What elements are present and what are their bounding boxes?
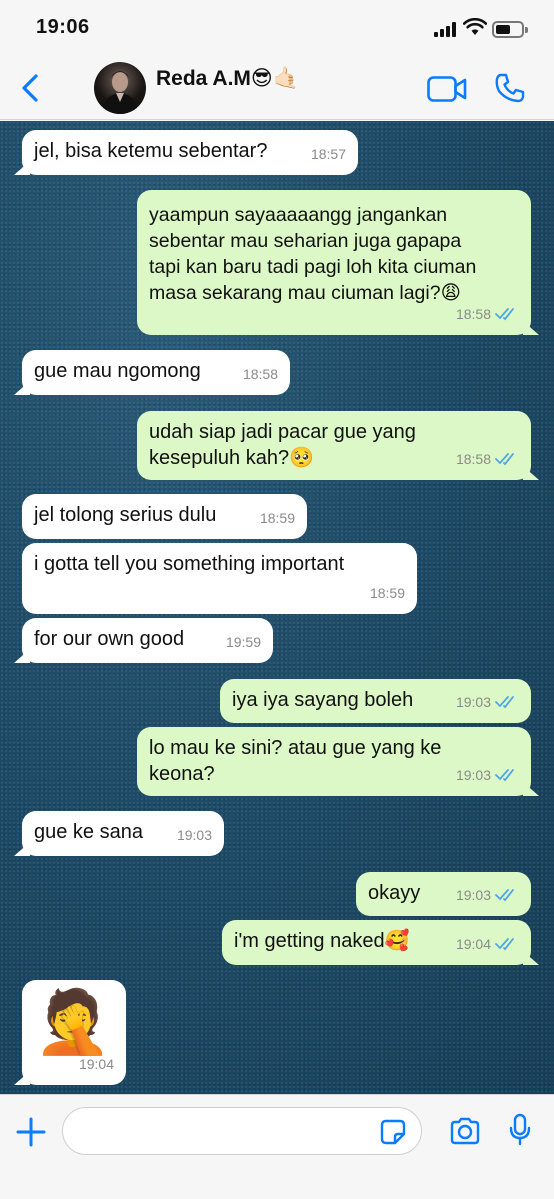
message-bubble-outgoing[interactable]: iya iya sayang boleh 19:03 xyxy=(220,679,531,723)
phone-icon[interactable] xyxy=(494,72,526,104)
message-time: 19:59 xyxy=(225,634,261,650)
message-meta: 18:59 xyxy=(370,580,405,606)
double-check-icon xyxy=(495,308,514,321)
message-meta: 18:58 xyxy=(456,301,519,327)
double-check-icon xyxy=(495,889,514,902)
facepalm-emoji-sticker: 🤦 xyxy=(34,988,112,1057)
message-bubble-outgoing[interactable]: yaampun sayaaaaangg jangankan sebentar m… xyxy=(137,190,531,335)
message-bubble-incoming[interactable]: gue ke sana 19:03 xyxy=(22,811,224,856)
sticker-icon[interactable] xyxy=(380,1119,406,1145)
message-text: i gotta tell you something important xyxy=(34,553,345,575)
message-meta: 19:03 xyxy=(456,689,519,715)
message-bubble-outgoing[interactable]: udah siap jadi pacar gue yang kesepuluh … xyxy=(137,411,531,480)
contact-avatar[interactable] xyxy=(94,62,146,114)
message-meta: 18:58 xyxy=(456,446,519,472)
message-bubble-incoming[interactable]: for our own good 19:59 xyxy=(22,618,273,663)
double-check-icon xyxy=(495,938,514,951)
back-chevron-icon[interactable] xyxy=(16,72,46,104)
message-time: 18:58 xyxy=(242,366,278,382)
message-time: 18:59 xyxy=(259,510,295,526)
cellular-signal-icon xyxy=(434,21,460,37)
message-meta: 19:04 xyxy=(79,1051,114,1077)
chat-header: Reda A.M😎🤙🏻 xyxy=(0,54,554,120)
message-meta: 19:59 xyxy=(226,629,261,655)
message-time: 19:03 xyxy=(455,887,491,903)
plus-icon[interactable] xyxy=(16,1117,46,1147)
battery-icon xyxy=(492,21,528,38)
message-bubble-outgoing[interactable]: lo mau ke sini? atau gue yang ke keona? … xyxy=(137,727,531,796)
message-bubble-incoming[interactable]: gue mau ngomong 18:58 xyxy=(22,350,290,395)
message-meta: 19:03 xyxy=(177,822,212,848)
message-bubble-incoming[interactable]: jel, bisa ketemu sebentar? 18:57 xyxy=(22,130,358,175)
message-meta: 18:57 xyxy=(311,141,346,167)
message-time: 18:57 xyxy=(310,146,346,162)
message-text: jel tolong serius dulu xyxy=(34,504,217,526)
message-time: 18:58 xyxy=(455,451,491,467)
message-text: jel, bisa ketemu sebentar? xyxy=(34,140,268,162)
camera-icon[interactable] xyxy=(449,1117,481,1145)
message-time: 19:03 xyxy=(455,694,491,710)
status-bar: 19:06 xyxy=(0,0,554,54)
double-check-icon xyxy=(495,696,514,709)
microphone-icon[interactable] xyxy=(508,1113,532,1147)
double-check-icon xyxy=(495,769,514,782)
message-meta: 19:04 xyxy=(456,931,519,957)
message-bubble-incoming[interactable]: jel tolong serius dulu 18:59 xyxy=(22,494,307,539)
message-time: 18:58 xyxy=(455,306,491,322)
message-time: 18:59 xyxy=(369,585,405,601)
contact-name[interactable]: Reda A.M😎🤙🏻 xyxy=(156,66,299,91)
composer-bar xyxy=(0,1094,554,1199)
double-check-icon xyxy=(495,453,514,466)
message-meta: 19:03 xyxy=(456,882,519,908)
message-meta: 18:59 xyxy=(260,505,295,531)
message-time: 19:03 xyxy=(176,827,212,843)
message-time: 19:04 xyxy=(455,936,491,952)
message-text: gue mau ngomong xyxy=(34,360,201,382)
message-bubble-outgoing[interactable]: okayy 19:03 xyxy=(356,872,531,916)
message-meta: 18:58 xyxy=(243,361,278,387)
status-time: 19:06 xyxy=(36,16,90,38)
message-bubble-incoming[interactable]: i gotta tell you something important 18:… xyxy=(22,543,417,614)
message-time: 19:04 xyxy=(78,1056,114,1072)
message-time: 19:03 xyxy=(455,767,491,783)
message-input[interactable] xyxy=(62,1107,422,1155)
video-camera-icon[interactable] xyxy=(427,76,467,102)
message-text: yaampun sayaaaaangg jangankan sebentar m… xyxy=(149,204,477,304)
message-bubble-outgoing[interactable]: i'm getting naked🥰 19:04 xyxy=(222,920,531,965)
sticker-message-incoming[interactable]: 🤦 19:04 xyxy=(22,980,126,1085)
avatar-portrait-icon xyxy=(102,71,138,114)
home-indicator-area xyxy=(0,1179,554,1199)
wifi-icon xyxy=(463,18,487,35)
chat-messages-area[interactable]: jel, bisa ketemu sebentar? 18:57 yaampun… xyxy=(0,121,554,1094)
message-meta: 19:03 xyxy=(456,762,519,788)
